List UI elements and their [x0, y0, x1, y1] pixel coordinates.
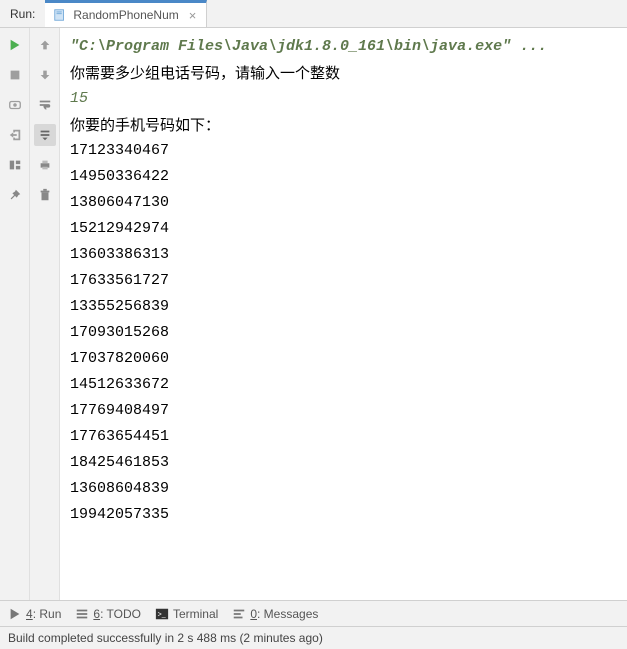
phone-number-line: 14512633672	[70, 372, 617, 398]
phone-number-line: 17037820060	[70, 346, 617, 372]
phone-number-line: 19942057335	[70, 502, 617, 528]
status-bar: Build completed successfully in 2 s 488 …	[0, 627, 627, 649]
phone-number-line: 17093015268	[70, 320, 617, 346]
user-input-line: 15	[70, 86, 617, 112]
down-button[interactable]	[34, 64, 56, 86]
phone-number-line: 13603386313	[70, 242, 617, 268]
up-button[interactable]	[34, 34, 56, 56]
phone-number-line: 13608604839	[70, 476, 617, 502]
layout-button[interactable]	[4, 154, 26, 176]
tab-label: RandomPhoneNum	[73, 8, 178, 22]
phone-number-line: 17763654451	[70, 424, 617, 450]
soft-wrap-button[interactable]	[34, 94, 56, 116]
phone-number-line: 17123340467	[70, 138, 617, 164]
dump-threads-button[interactable]	[4, 94, 26, 116]
scroll-to-end-button[interactable]	[34, 124, 56, 146]
rerun-button[interactable]	[4, 34, 26, 56]
phone-number-line: 15212942974	[70, 216, 617, 242]
phone-number-line: 18425461853	[70, 450, 617, 476]
phone-number-line: 14950336422	[70, 164, 617, 190]
run-panel-label: Run:	[0, 7, 45, 21]
bottom-bar: 4: Run 6: TODO >_ Terminal 0: Messages	[0, 601, 627, 627]
console-output[interactable]: "C:\Program Files\Java\jdk1.8.0_161\bin\…	[60, 28, 627, 600]
print-button[interactable]	[34, 154, 56, 176]
phone-number-line: 17633561727	[70, 268, 617, 294]
status-text: Build completed successfully in 2 s 488 …	[8, 631, 323, 645]
run-tool-window-button[interactable]: 4: Run	[8, 607, 61, 621]
main-area: "C:\Program Files\Java\jdk1.8.0_161\bin\…	[0, 28, 627, 601]
svg-text:>_: >_	[158, 611, 166, 618]
close-icon[interactable]: ×	[185, 8, 197, 23]
phone-number-line: 17769408497	[70, 398, 617, 424]
phone-number-line: 13355256839	[70, 294, 617, 320]
terminal-tool-window-button[interactable]: >_ Terminal	[155, 607, 218, 621]
prompt-line: 你需要多少组电话号码，请输入一个整数	[70, 60, 617, 86]
top-bar: Run: RandomPhoneNum ×	[0, 0, 627, 28]
todo-tool-window-button[interactable]: 6: TODO	[75, 607, 141, 621]
command-line: "C:\Program Files\Java\jdk1.8.0_161\bin\…	[70, 34, 617, 60]
run-tab[interactable]: RandomPhoneNum ×	[45, 0, 207, 27]
messages-tool-window-button[interactable]: 0: Messages	[232, 607, 318, 621]
stop-button[interactable]	[4, 64, 26, 86]
header-line: 你要的手机号码如下：	[70, 112, 617, 138]
phone-number-line: 13806047130	[70, 190, 617, 216]
file-icon	[53, 8, 67, 22]
left-toolbar	[0, 28, 30, 600]
mid-toolbar	[30, 28, 60, 600]
exit-button[interactable]	[4, 124, 26, 146]
pin-button[interactable]	[4, 184, 26, 206]
numbers-list: 1712334046714950336422138060471301521294…	[70, 138, 617, 528]
clear-button[interactable]	[34, 184, 56, 206]
